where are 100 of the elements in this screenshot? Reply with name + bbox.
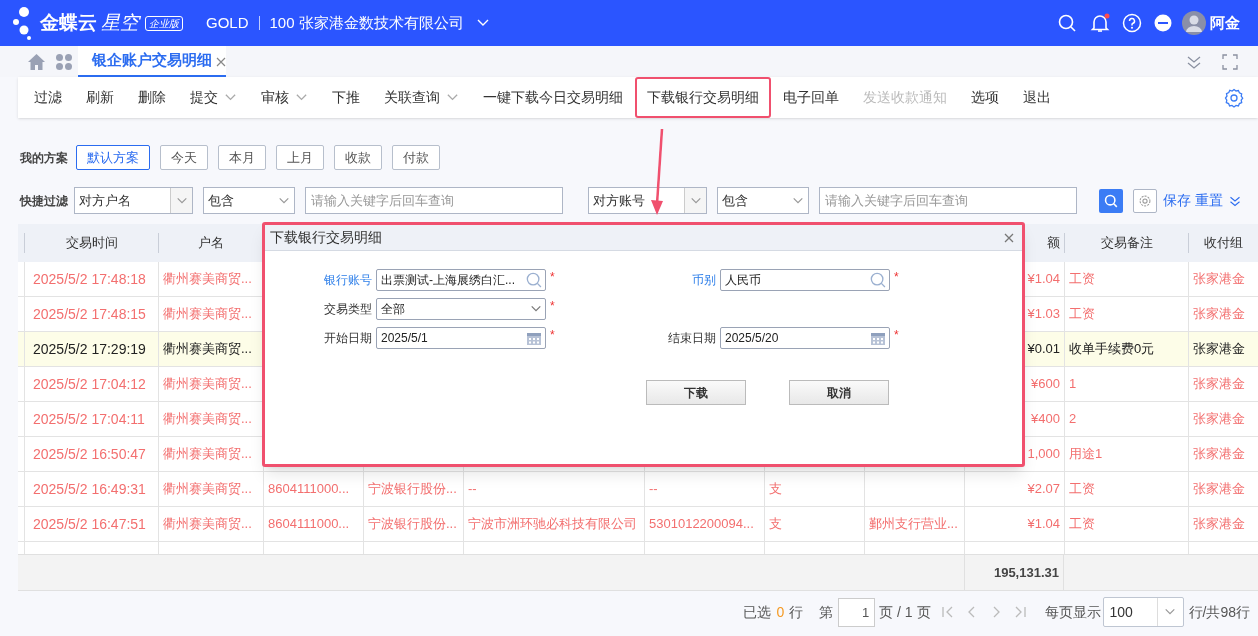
- help-icon[interactable]: [1122, 13, 1142, 33]
- scheme-button[interactable]: 付款: [392, 145, 440, 170]
- table-cell-text: 工资: [1069, 480, 1095, 499]
- table-cell-text: ¥1.04: [1027, 515, 1060, 534]
- table-cell-text: ¥600: [1031, 375, 1060, 394]
- toolbar-button[interactable]: 删除: [126, 77, 178, 118]
- operator-select[interactable]: 包含: [717, 187, 809, 214]
- keyword-input[interactable]: 请输入关键字后回车查询: [305, 187, 563, 214]
- table-cell-text: 2025/5/2 17:48:15: [33, 304, 146, 324]
- scheme-button[interactable]: 本月: [218, 145, 266, 170]
- company-switcher[interactable]: 100 张家港金数技术有限公司: [269, 11, 490, 35]
- table-cell-text: --: [468, 480, 477, 499]
- column-header[interactable]: 额: [1047, 233, 1060, 253]
- selection-label: 已选: [743, 602, 772, 622]
- column-header[interactable]: 交易时间: [65, 233, 118, 253]
- toolbar-button[interactable]: 审核: [249, 77, 320, 118]
- field-select[interactable]: 对方户名: [74, 187, 193, 214]
- toolbar-button: 发送收款通知: [851, 77, 959, 118]
- table-cell-text: 衢州赛美商贸...: [163, 410, 252, 429]
- toolbar-button[interactable]: 电子回单: [771, 77, 851, 118]
- column-header[interactable]: 交易备注: [1100, 233, 1153, 253]
- toolbar-button[interactable]: 一键下载今日交易明细: [471, 77, 635, 118]
- operator-select[interactable]: 包含: [203, 187, 295, 214]
- page-input[interactable]: 1: [838, 597, 876, 627]
- toolbar-button[interactable]: 关联查询: [372, 77, 471, 118]
- table-cell-text: 张家港金: [1193, 445, 1245, 464]
- settings-icon[interactable]: [1224, 87, 1244, 108]
- search-icon: [1104, 193, 1118, 208]
- table-cell-text: 1,000: [1027, 445, 1060, 464]
- date-field[interactable]: 2025/5/20: [720, 327, 890, 349]
- toolbar-button[interactable]: 提交: [178, 77, 249, 118]
- close-icon[interactable]: [1004, 232, 1014, 243]
- table-cell-text: 鄞州支行营业...: [869, 515, 958, 534]
- table-cell-text: 张家港金: [1193, 480, 1245, 499]
- table-cell-text: 衢州赛美商贸...: [163, 375, 252, 394]
- field-link-label[interactable]: 币别: [556, 271, 716, 289]
- filter-label: 快捷过滤: [20, 192, 68, 210]
- table-cell-text: 工资: [1069, 515, 1095, 534]
- table-cell-text: 衢州赛美商贸...: [163, 515, 252, 534]
- page-size-label: 每页显示: [1044, 602, 1101, 622]
- reset-link[interactable]: 重置: [1195, 190, 1223, 211]
- column-header[interactable]: 收付组: [1204, 233, 1243, 253]
- field-label: 交易类型: [323, 301, 372, 318]
- toolbar-button[interactable]: 退出: [1011, 77, 1063, 118]
- table-cell-text: 宁波银行股份...: [368, 480, 457, 499]
- double-chevron-icon[interactable]: [1229, 194, 1241, 207]
- scheme-button[interactable]: 今天: [160, 145, 208, 170]
- calendar-icon: [526, 330, 542, 346]
- more-icon[interactable]: [1154, 14, 1172, 32]
- cancel-button[interactable]: 取消: [789, 380, 889, 405]
- toolbar-button[interactable]: 刷新: [74, 77, 126, 118]
- avatar[interactable]: [1182, 11, 1206, 35]
- table-cell-text: ¥0.01: [1027, 340, 1060, 359]
- search-icon[interactable]: [1058, 14, 1076, 32]
- required-mark: *: [550, 299, 555, 313]
- required-mark: *: [894, 270, 899, 284]
- user-name[interactable]: 阿金: [1210, 11, 1240, 35]
- scheme-button[interactable]: 收款: [334, 145, 382, 170]
- close-icon[interactable]: [216, 56, 226, 67]
- tenant-name: GOLD: [206, 12, 249, 33]
- lookup-field[interactable]: 出票测试-上海展绣白汇...: [376, 269, 546, 291]
- lookup-field[interactable]: 人民币: [720, 269, 890, 291]
- toolbar-button[interactable]: 过滤: [22, 77, 74, 118]
- toolbar-button[interactable]: 选项: [959, 77, 1011, 118]
- home-icon[interactable]: [27, 52, 46, 71]
- save-link[interactable]: 保存: [1163, 190, 1191, 211]
- date-field[interactable]: 2025/5/1: [376, 327, 546, 349]
- document-tab[interactable]: 银企账户交易明细: [78, 46, 226, 77]
- page-label: 页 / 1 页: [879, 602, 931, 622]
- total-rows-label: 行/共98行: [1188, 602, 1250, 622]
- table-cell-text: 收单手续费0元: [1069, 340, 1155, 359]
- table-cell-text: 衢州赛美商贸...: [163, 480, 252, 499]
- first-page-icon[interactable]: [940, 605, 955, 619]
- table-cell-text: 1: [1069, 375, 1077, 394]
- page-size-select[interactable]: 100: [1102, 597, 1184, 627]
- select-field[interactable]: 全部: [376, 298, 546, 320]
- apps-icon[interactable]: [55, 52, 73, 71]
- table-cell-text: --: [649, 480, 658, 499]
- toolbar-button[interactable]: 下推: [320, 77, 372, 118]
- filter-settings-button[interactable]: [1133, 188, 1157, 213]
- page-label: 第: [819, 602, 834, 622]
- table-cell-text: 8604111000...: [268, 515, 350, 534]
- table-cell-text: 2025/5/2 16:47:51: [33, 514, 146, 534]
- field-select[interactable]: 对方账号: [588, 187, 707, 214]
- field-link-label[interactable]: 银行账号: [265, 271, 372, 289]
- required-mark: *: [550, 328, 555, 342]
- download-button[interactable]: 下载: [646, 380, 746, 405]
- scheme-button[interactable]: 默认方案: [76, 145, 150, 170]
- scheme-button[interactable]: 上月: [276, 145, 324, 170]
- total-amount: 195,131.31: [993, 563, 1059, 582]
- toolbar-button[interactable]: 下载银行交易明细: [635, 77, 771, 118]
- search-button[interactable]: [1099, 188, 1123, 213]
- table-cell-text: 用途1: [1069, 445, 1103, 464]
- search-icon: [870, 272, 886, 288]
- fullscreen-icon[interactable]: [1222, 53, 1238, 70]
- field-label: 开始日期: [323, 330, 372, 347]
- column-header[interactable]: 户名: [198, 233, 224, 253]
- keyword-input[interactable]: 请输入关键字后回车查询: [819, 187, 1077, 214]
- calendar-icon: [870, 330, 886, 346]
- field-label: 结束日期: [667, 330, 716, 347]
